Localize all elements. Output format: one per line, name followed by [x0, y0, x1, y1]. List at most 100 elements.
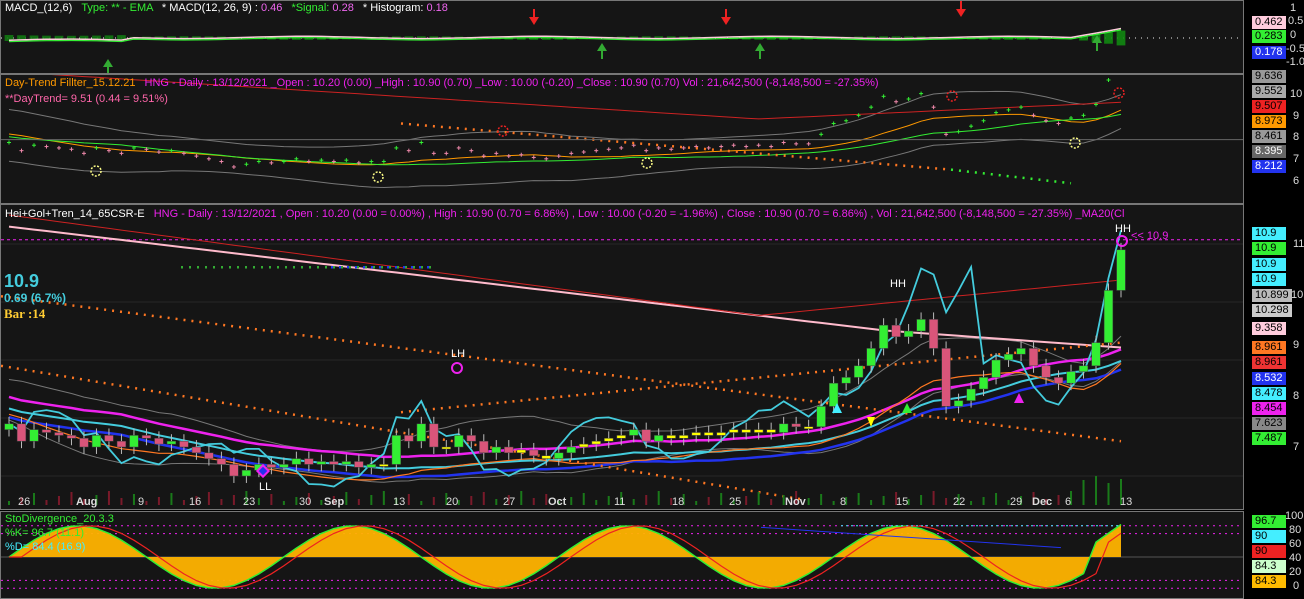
- label-ll: LL: [259, 481, 272, 493]
- daytrend-axis-tick: 9: [1293, 110, 1300, 122]
- price-tag: 8.478: [1252, 387, 1286, 400]
- price-header: Hei+Gol+Tren_14_65CSR-E HNG - Daily : 13…: [5, 208, 1124, 220]
- candle-body: [1041, 365, 1051, 378]
- candle-body: [404, 435, 414, 442]
- candle-body: [116, 440, 127, 448]
- volume-bar: [707, 497, 710, 505]
- sto-k-label: %K= 96.7 (11.1): [5, 527, 84, 539]
- volume-bar: [532, 498, 535, 505]
- volume-bar: [1107, 483, 1110, 505]
- volume-bar: [57, 496, 60, 505]
- price-big: 10.9: [4, 271, 40, 291]
- x-axis-label: Aug: [76, 496, 98, 508]
- candle-body: [829, 382, 839, 407]
- candle-body: [741, 429, 751, 433]
- volume-bar: [545, 494, 548, 505]
- price-tag: 8.961: [1252, 341, 1286, 354]
- volume-bar: [945, 498, 948, 505]
- x-axis-label: 16: [189, 496, 202, 508]
- volume-bar: [757, 492, 760, 505]
- volume-bar: [770, 499, 773, 505]
- volume-bar: [182, 500, 185, 505]
- lh-marker: [451, 362, 463, 374]
- volume-bar: [120, 498, 123, 505]
- candle-body: [654, 435, 664, 442]
- label-hh: HH: [1115, 223, 1131, 235]
- candle-body: [791, 423, 801, 427]
- candle-body: [4, 423, 14, 430]
- macd-plot[interactable]: MACD_(12,6) Type: ** - EMA * MACD(12, 26…: [0, 0, 1244, 74]
- candle-body: [91, 435, 102, 448]
- dt-star-marker: [1113, 87, 1125, 99]
- price-plot[interactable]: Hei+Gol+Tren_14_65CSR-E HNG - Daily : 13…: [0, 204, 1244, 510]
- daytrend-tag: 8.212: [1252, 160, 1286, 173]
- volume-bar: [920, 495, 923, 505]
- price-tag: 10.899: [1252, 289, 1292, 302]
- macd-header: MACD_(12,6) Type: ** - EMA * MACD(12, 26…: [5, 2, 448, 14]
- signal-value: 0.28: [332, 2, 354, 14]
- price-pane: Hei+Gol+Tren_14_65CSR-E HNG - Daily : 13…: [0, 204, 1304, 510]
- x-axis-label: 13: [1120, 496, 1133, 508]
- volume-bar: [495, 499, 498, 505]
- sto-tag: 84.3: [1252, 560, 1286, 573]
- volume-bar: [107, 491, 110, 505]
- candle-body: [429, 423, 439, 448]
- price-tag: 10.9: [1252, 227, 1286, 240]
- x-axis-label: 18: [672, 496, 685, 508]
- candle-body: [154, 438, 164, 445]
- candle-body: [191, 446, 202, 454]
- volume-bar: [882, 496, 885, 505]
- sto-chart: [1, 523, 1243, 589]
- candle-body: [579, 443, 589, 448]
- volume-bar: [1057, 495, 1060, 505]
- candle-body: [804, 426, 814, 429]
- volume-bar: [232, 495, 235, 505]
- candle-body: [129, 435, 139, 448]
- candle-body: [204, 452, 214, 459]
- candle-body: [354, 461, 364, 468]
- candle-body: [616, 435, 626, 439]
- daytrend-axis-tick: 10: [1290, 88, 1303, 100]
- chart-window: MACD_(12,6) Type: ** - EMA * MACD(12, 26…: [0, 0, 1304, 599]
- candle-body: [779, 423, 789, 433]
- macd-axis-tick: 0: [1290, 29, 1297, 41]
- price-change: 0.69 (6.7%): [4, 291, 67, 305]
- price-axis-tick: 8: [1293, 390, 1300, 402]
- price-tag: 8.961: [1252, 356, 1286, 369]
- x-axis-label: 20: [446, 496, 459, 508]
- candle-body: [54, 432, 64, 436]
- macd-title: MACD_(12,6): [5, 2, 73, 14]
- candle-body: [1003, 353, 1014, 361]
- candle-body: [516, 449, 526, 454]
- daytrend-plot[interactable]: Day-Trend Fillter_15.12.21 HNG - Daily :…: [0, 74, 1244, 204]
- candle-body: [641, 429, 651, 442]
- price-axis-tick: 11: [1293, 238, 1304, 250]
- x-axis-label: 8: [840, 496, 847, 508]
- volume-bar: [32, 493, 35, 505]
- candle-body: [341, 461, 351, 465]
- candle-body: [966, 388, 976, 401]
- candle-body: [279, 464, 289, 468]
- volume-bar: [282, 501, 285, 505]
- price-tag: 9.358: [1252, 322, 1286, 335]
- dt-orange-line: [8, 109, 1122, 166]
- sto-plot[interactable]: StoDivergence_20.3.3 %K= 96.7 (11.1) %D=…: [0, 511, 1244, 599]
- candle-body: [716, 432, 726, 436]
- daytrend-chart: [1, 75, 1243, 189]
- volume-bar: [170, 493, 173, 505]
- candle-body: [466, 435, 476, 442]
- candle-body: [953, 400, 964, 407]
- candle-body: [391, 435, 401, 465]
- sto-axis-tick: 60: [1289, 538, 1302, 550]
- candle-body: [916, 319, 926, 332]
- sto-tag: 84.3: [1252, 575, 1286, 588]
- candle-body: [729, 429, 739, 433]
- label-lh: LH: [451, 348, 466, 360]
- candle-body: [416, 423, 426, 442]
- candle-body: [928, 319, 939, 349]
- volume-bar: [132, 494, 135, 505]
- candle-body: [1016, 348, 1026, 355]
- volume-bar: [295, 497, 298, 505]
- candle-body: [978, 377, 989, 390]
- buy-arrow: [1014, 393, 1024, 403]
